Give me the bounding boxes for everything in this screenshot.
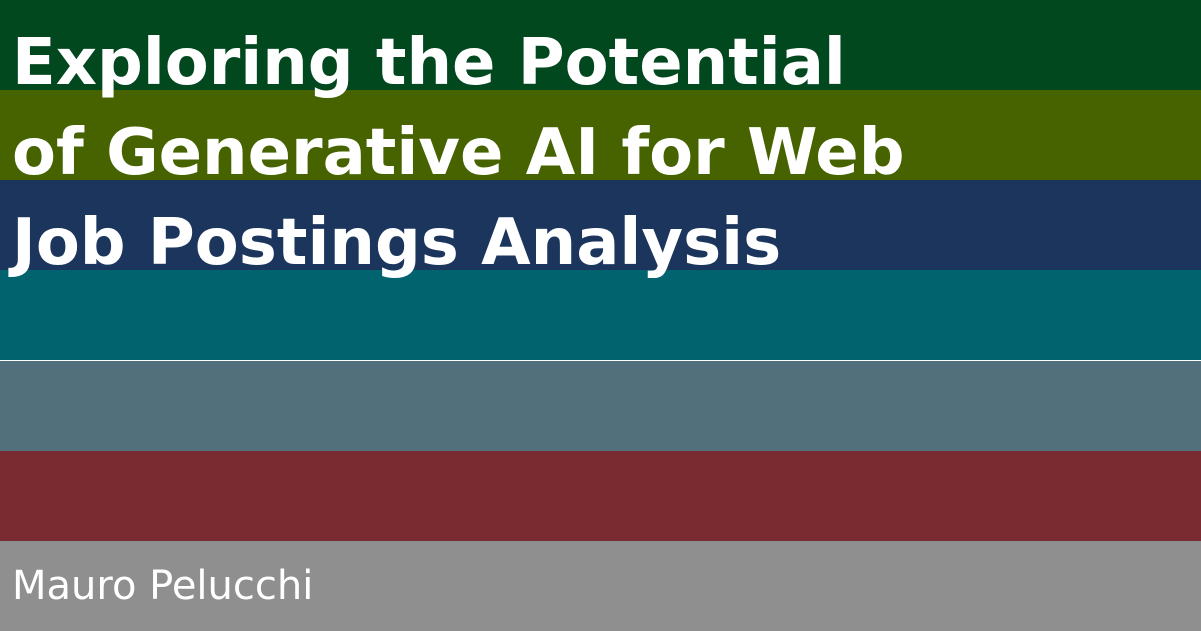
card-title: Exploring the Potential of Generative AI… [12,18,1192,288]
color-stripe-6 [0,451,1201,541]
title-line-2: of Generative AI for Web [12,116,905,190]
color-stripe-5 [0,361,1201,451]
title-line-1: Exploring the Potential [12,26,846,100]
title-line-3: Job Postings Analysis [12,206,782,280]
title-card: Exploring the Potential of Generative AI… [0,0,1201,631]
author-name: Mauro Pelucchi [12,563,314,609]
